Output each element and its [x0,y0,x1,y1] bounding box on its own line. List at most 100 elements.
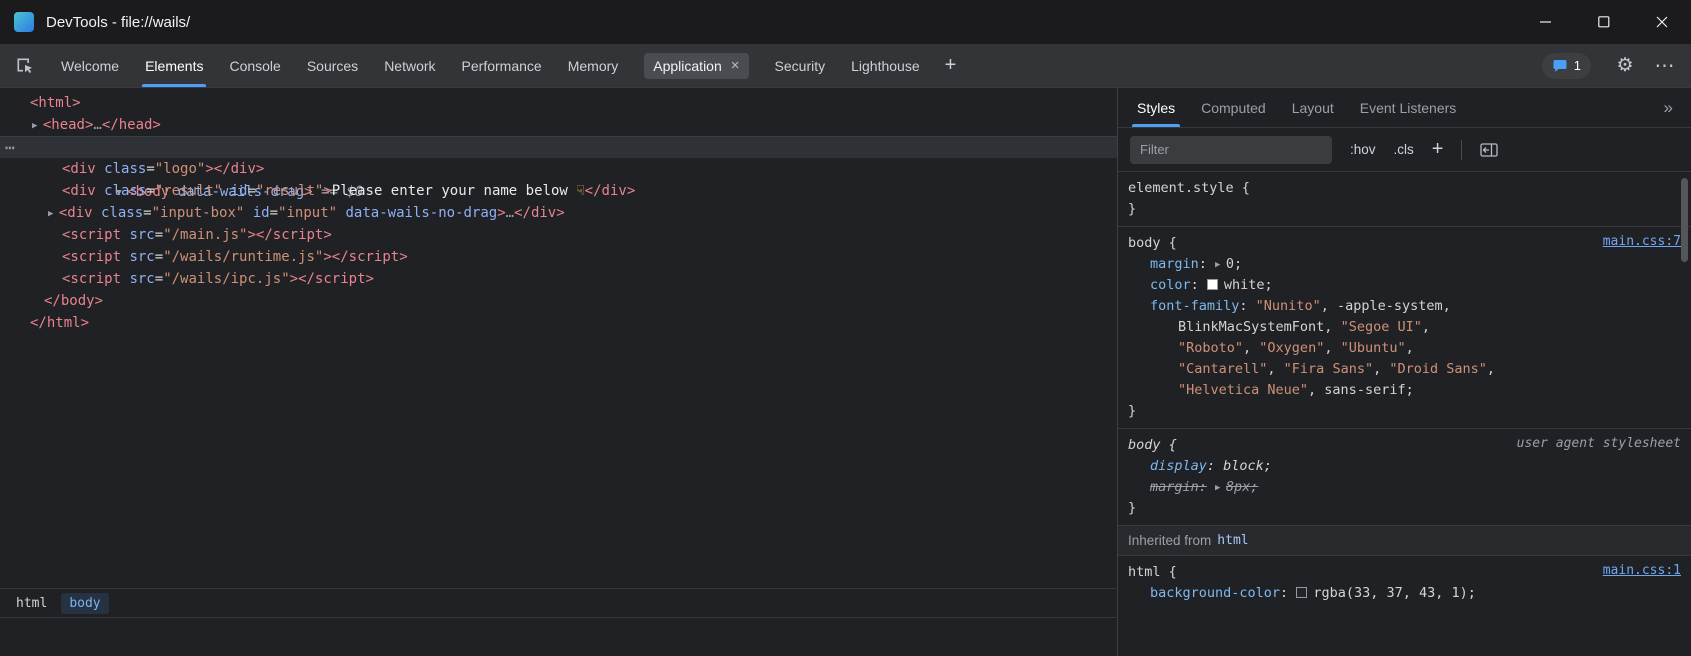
expand-shorthand-icon[interactable]: ▶ [1215,260,1226,270]
more-options-icon[interactable]: ⋯ [1645,44,1685,87]
code-token: = [155,249,163,265]
tab-network[interactable]: Network [371,44,448,87]
more-tabs-chevron-icon[interactable]: » [1664,98,1685,118]
user-agent-stylesheet-label: user agent stylesheet [1517,436,1681,451]
tab-application[interactable]: Application × [631,44,761,87]
code-token: , [1406,340,1414,356]
dom-node-script-runtime[interactable]: <script src="/wails/runtime.js"></script… [0,246,1117,268]
collapsed-ellipsis[interactable]: … [93,117,101,133]
toggle-pseudo-state-button[interactable]: :hov [1350,142,1376,157]
tab-welcome[interactable]: Welcome [48,44,132,87]
collapsed-ellipsis[interactable]: … [506,205,514,221]
tab-sources[interactable]: Sources [294,44,371,87]
css-declaration-font-family[interactable]: font-family: "Nunito", -apple-system, [1118,296,1691,317]
styles-sidebar-tabs: Styles Computed Layout Event Listeners » [1118,88,1691,128]
tab-application-highlight: Application × [644,53,748,79]
minimize-icon [1540,16,1552,28]
maximize-button[interactable] [1575,0,1633,44]
stylesheet-link[interactable]: main.css:1 [1603,563,1681,578]
add-panel-button[interactable]: + [933,54,969,77]
new-style-rule-button[interactable]: + [1432,138,1444,161]
feedback-chat-icon [1552,58,1568,74]
dom-node-html[interactable]: <html> [0,92,1117,114]
titlebar[interactable]: DevTools - file://wails/ [0,0,1691,44]
css-declaration-margin[interactable]: margin: ▶ 0; [1118,254,1691,275]
css-declaration-color[interactable]: color: white; [1118,275,1691,296]
tab-layout[interactable]: Layout [1279,88,1347,127]
expand-arrow-icon[interactable]: ▶ [48,209,59,219]
code-token: } [1128,500,1136,516]
expand-shorthand-icon[interactable]: ▶ [1215,483,1226,493]
code-token: 8px; [1226,479,1259,495]
toggle-element-class-button[interactable]: .cls [1394,142,1414,157]
styles-filter-input[interactable] [1130,136,1332,164]
code-token: data-wails-no-drag [346,205,498,221]
inspect-element-button[interactable] [0,44,48,87]
close-button[interactable] [1633,0,1691,44]
tab-label: Layout [1292,100,1334,116]
tab-memory[interactable]: Memory [555,44,632,87]
dom-node-html-close[interactable]: </html> [0,312,1117,334]
tab-event-listeners[interactable]: Event Listeners [1347,88,1470,127]
code-token: <script [62,249,121,265]
toggle-computed-sidebar-icon[interactable] [1480,142,1498,158]
tab-computed[interactable]: Computed [1188,88,1279,127]
css-declaration-background-color[interactable]: background-color: rgba(33, 37, 43, 1); [1118,583,1691,604]
dom-node-div-result[interactable]: <div class="result" id="result">Please e… [0,180,1117,202]
expand-arrow-icon[interactable]: ▶ [32,121,43,131]
code-token: </script> [298,271,374,287]
tab-performance[interactable]: Performance [449,44,555,87]
dom-node-div-logo[interactable]: <div class="logo"></div> [0,158,1117,180]
code-token: { [1161,564,1177,580]
code-token: <div [62,161,96,177]
code-token: "Droid Sans" [1389,361,1487,377]
dom-node-script-main[interactable]: <script src="/main.js"></script> [0,224,1117,246]
code-token [93,205,101,221]
css-declaration-display[interactable]: display: block; [1118,456,1691,477]
code-token: "input" [278,205,337,221]
issues-counter-button[interactable]: 1 [1542,53,1591,79]
tab-label: Elements [145,58,203,74]
settings-gear-icon[interactable]: ⚙ [1605,44,1645,87]
code-token: } [1128,201,1136,217]
color-swatch[interactable] [1296,587,1307,598]
html-node-link[interactable]: html [1217,533,1248,548]
code-token: , [1373,361,1389,377]
rule-close-brace: } [1118,401,1691,422]
code-token: , [1422,319,1430,335]
code-token: : [1199,256,1215,272]
dom-node-script-ipc[interactable]: <script src="/wails/ipc.js"></script> [0,268,1117,290]
css-declaration-margin-overridden[interactable]: margin: ▶ 8px; [1118,477,1691,498]
styles-scrollbar[interactable] [1681,178,1688,262]
code-token: > [247,227,255,243]
dom-node-head[interactable]: ▶ <head>…</head> [0,114,1117,136]
code-token: white; [1224,277,1273,293]
tab-styles[interactable]: Styles [1124,88,1188,127]
code-token: = [146,161,154,177]
code-token: "result" [155,183,222,199]
breadcrumb-html[interactable]: html [8,593,55,614]
tab-security[interactable]: Security [762,44,839,87]
close-tab-icon[interactable]: × [731,58,740,73]
breadcrumb-body[interactable]: body [61,593,108,614]
code-token [96,183,104,199]
dom-node-body[interactable]: ⋯ ▼ <body data-wails-drag> == $0 [0,136,1117,158]
pointing-down-emoji: ☟ [576,183,584,199]
color-swatch[interactable] [1207,279,1218,290]
tab-lighthouse[interactable]: Lighthouse [838,44,933,87]
css-value-continuation: BlinkMacSystemFont, "Segoe UI", [1118,317,1691,338]
tab-console[interactable]: Console [216,44,293,87]
stylesheet-link[interactable]: main.css:7 [1603,234,1681,249]
node-menu-icon[interactable]: ⋯ [5,137,16,159]
code-token: } [1128,403,1136,419]
code-token: margin: [1150,479,1207,495]
code-token: "/wails/runtime.js" [163,249,323,265]
rule-selector[interactable]: element.style { [1118,178,1691,199]
code-token: src [129,271,154,287]
tab-elements[interactable]: Elements [132,44,216,87]
minimize-button[interactable] [1517,0,1575,44]
code-token [244,205,252,221]
dom-node-div-input-box[interactable]: ▶ <div class="input-box" id="input" data… [0,202,1117,224]
dom-node-body-close[interactable]: </body> [0,290,1117,312]
tab-label: Welcome [61,58,119,74]
